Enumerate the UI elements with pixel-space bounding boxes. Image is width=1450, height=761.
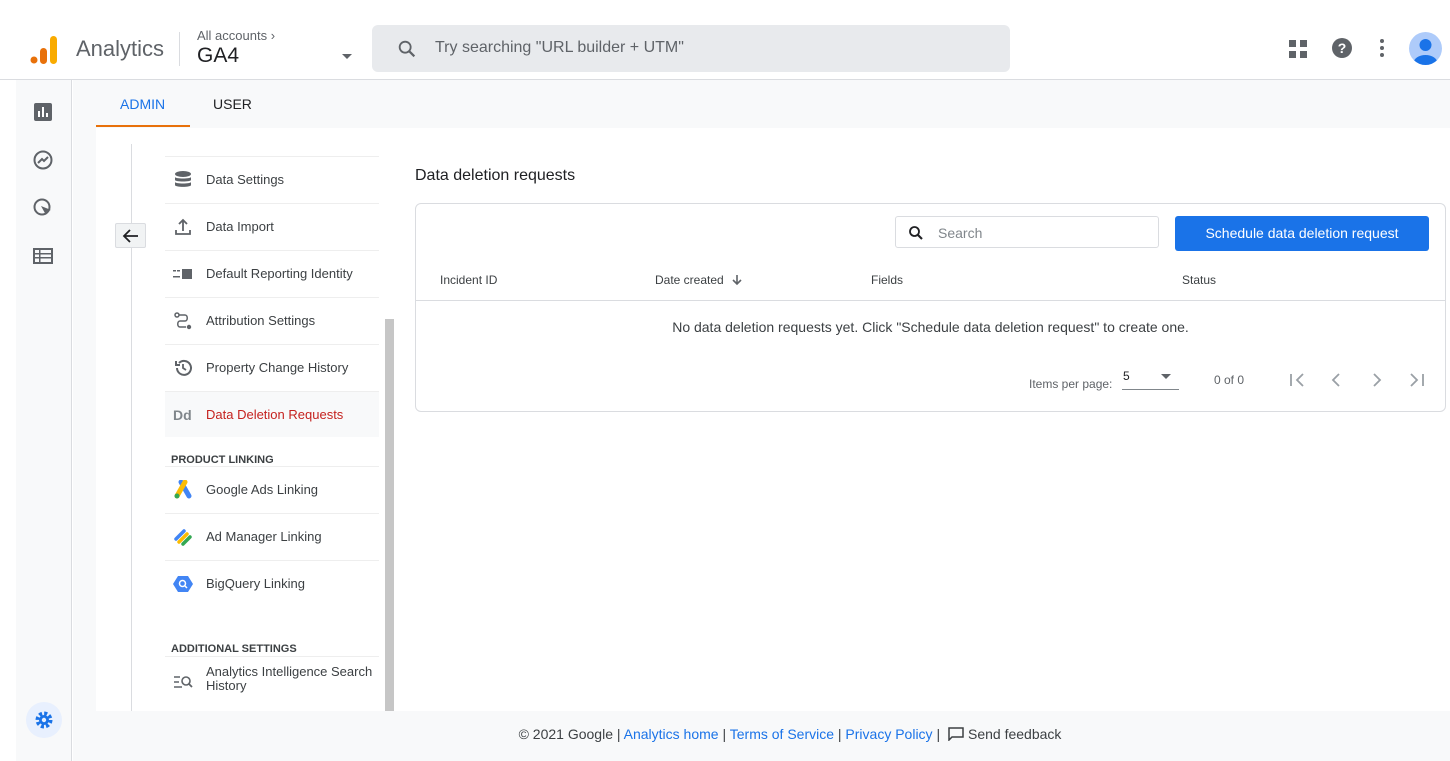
left-rail <box>16 80 72 761</box>
app-name: Analytics <box>76 36 165 61</box>
column-fields[interactable]: Fields <box>871 273 903 287</box>
upload-icon <box>175 218 191 235</box>
dd-icon: Dd <box>173 407 192 423</box>
advertising-icon[interactable] <box>33 198 53 218</box>
svg-text:?: ? <box>1338 40 1347 56</box>
analytics-logo[interactable] <box>30 34 58 64</box>
nav-item-default-reporting-identity[interactable]: Default Reporting Identity <box>165 250 379 296</box>
nav-item-bigquery-linking[interactable]: BigQuery Linking <box>165 560 379 606</box>
property-selector[interactable]: GA4 <box>197 44 239 68</box>
caret-down-icon[interactable] <box>342 54 352 59</box>
configure-icon[interactable] <box>33 246 53 266</box>
nav-item-data-settings[interactable]: Data Settings <box>165 156 379 202</box>
items-per-page-label: Items per page: <box>1029 377 1113 391</box>
analytics-home-link[interactable]: Analytics home <box>624 726 719 742</box>
column-date-created[interactable]: Date created <box>655 273 743 287</box>
main-area: ADMIN USER Data Settings Data Import Def… <box>73 80 1450 761</box>
schedule-deletion-button[interactable]: Schedule data deletion request <box>1175 216 1429 251</box>
last-page-icon[interactable] <box>1408 372 1428 388</box>
tab-user[interactable]: USER <box>213 96 252 112</box>
search-history-icon <box>174 676 193 688</box>
first-page-icon[interactable] <box>1288 372 1308 388</box>
empty-message: No data deletion requests yet. Click "Sc… <box>672 319 1189 335</box>
nav-item-data-deletion-requests[interactable]: Dd Data Deletion Requests <box>165 391 379 437</box>
arrow-left-icon <box>122 229 138 243</box>
explore-icon[interactable] <box>33 150 53 170</box>
global-search[interactable]: Try searching "URL builder + UTM" <box>372 25 1010 72</box>
admin-panel: Data Settings Data Import Default Report… <box>96 128 1450 711</box>
apps-grid-icon[interactable] <box>1289 40 1307 58</box>
back-button[interactable] <box>115 223 146 248</box>
column-incident-id[interactable]: Incident ID <box>440 273 497 287</box>
nav-item-property-change-history[interactable]: Property Change History <box>165 344 379 390</box>
previous-page-icon[interactable] <box>1329 372 1343 388</box>
google-ads-icon <box>174 480 192 499</box>
arrow-down-icon <box>732 275 742 286</box>
search-placeholder: Try searching "URL builder + UTM" <box>435 39 684 56</box>
search-icon <box>398 40 416 58</box>
section-additional-settings: ADDITIONAL SETTINGS <box>171 643 297 655</box>
tab-admin[interactable]: ADMIN <box>120 96 165 112</box>
nav-item-attribution-settings[interactable]: Attribution Settings <box>165 297 379 343</box>
account-breadcrumb[interactable]: All accounts › <box>197 28 275 43</box>
send-feedback-link[interactable]: Send feedback <box>944 726 1061 742</box>
sidebar-scrollbar[interactable] <box>385 319 394 711</box>
identity-icon <box>173 269 192 279</box>
privacy-link[interactable]: Privacy Policy <box>845 726 932 742</box>
top-bar: Analytics All accounts › GA4 Try searchi… <box>0 0 1450 80</box>
avatar[interactable] <box>1409 32 1442 65</box>
page-range: 0 of 0 <box>1214 373 1245 387</box>
next-page-icon[interactable] <box>1370 372 1384 388</box>
section-product-linking: PRODUCT LINKING <box>171 454 274 466</box>
reports-icon[interactable] <box>33 102 53 122</box>
search-icon <box>909 226 923 240</box>
nav-item-google-ads-linking[interactable]: Google Ads Linking <box>165 466 379 512</box>
ad-manager-icon <box>174 529 192 546</box>
more-vert-icon[interactable] <box>1379 38 1385 58</box>
items-per-page-select[interactable]: 5 <box>1122 368 1179 390</box>
active-tab-indicator <box>96 125 190 127</box>
terms-link[interactable]: Terms of Service <box>730 726 834 742</box>
column-status[interactable]: Status <box>1182 273 1216 287</box>
table-search-input[interactable]: Search <box>895 216 1159 248</box>
feedback-icon <box>948 727 964 742</box>
deletion-requests-table: Search Schedule data deletion request In… <box>415 203 1446 412</box>
caret-down-icon <box>1161 374 1171 379</box>
database-icon <box>175 171 191 187</box>
divider <box>416 300 1445 301</box>
help-icon[interactable]: ? <box>1331 37 1353 59</box>
route-icon <box>174 312 192 330</box>
bigquery-icon <box>173 576 193 592</box>
nav-item-data-import[interactable]: Data Import <box>165 203 379 249</box>
history-icon <box>175 359 192 376</box>
footer: © 2021 Google | Analytics home | Terms o… <box>518 726 1062 742</box>
divider <box>179 32 180 66</box>
page-title: Data deletion requests <box>415 167 576 184</box>
nav-item-ad-manager-linking[interactable]: Ad Manager Linking <box>165 513 379 559</box>
nav-item-intelligence-search-history[interactable]: Analytics Intelligence Search History <box>165 656 379 706</box>
